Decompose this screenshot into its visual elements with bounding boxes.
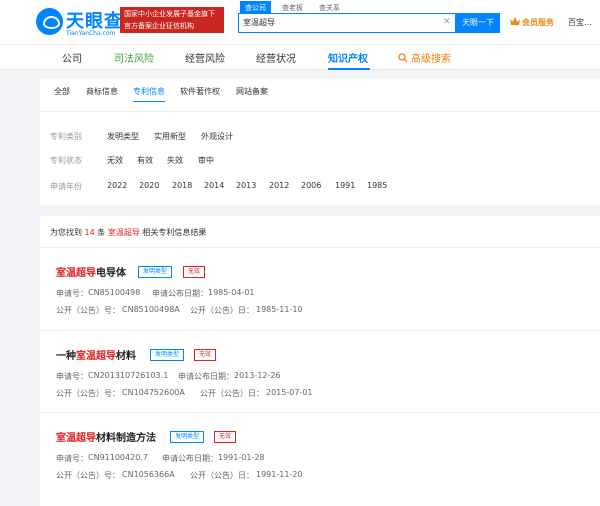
eye-logo-icon[interactable] [36,8,63,35]
clear-icon[interactable]: ✕ [443,17,451,27]
patent-status-badge: 无效 [194,349,217,361]
title-post: 材料制造方法 [96,433,156,444]
results-summary: 为您找到 14 条 室温超导 相关专利信息结果 [40,216,600,248]
divider [40,111,600,112]
subtab-trademark[interactable]: 商标信息 [86,86,118,97]
app-no: CN85100498 [88,288,141,297]
nav-judicial-risk[interactable]: 司法风险 [114,50,154,65]
subtab-patent[interactable]: 专利信息 [133,86,165,97]
app-no: CN201310726103.1 [88,371,169,380]
crown-icon [510,17,520,25]
search-input[interactable]: 室温超导 [238,13,456,33]
filter-option[interactable]: 2006 [301,181,321,190]
subtab-software-copyright[interactable]: 软件著作权 [180,86,220,97]
nav-advanced-search[interactable]: 高级搜索 [411,50,451,65]
nav-ip[interactable]: 知识产权 [328,50,368,65]
brand-banner[interactable]: 国家中小企业发展子基金旗下 官方备案企业征信机构 [120,7,224,33]
summary-suffix: 相关专利信息结果 [142,228,207,237]
user-name[interactable]: 百宝... [568,17,592,28]
vip-service-link[interactable]: 会员服务 [522,17,554,28]
filter-option[interactable]: 外观设计 [201,131,233,142]
pub-date: 1991-01-28 [218,453,265,462]
pub-no-label: 公开（公告）号： [56,389,120,398]
title-post: 电导体 [96,268,126,279]
nav-operating-status[interactable]: 经营状况 [256,50,296,65]
divider [40,330,600,331]
pub-no-label: 公开（公告）号： [56,306,120,315]
filter-label-status: 专利状态 [50,156,82,165]
results-panel: 为您找到 14 条 室温超导 相关专利信息结果 室温超导电导体 发明类型 无效 … [40,216,600,506]
pub-no: CN104752600A [122,388,185,397]
subtab-all[interactable]: 全部 [54,86,70,97]
title-post: 材料 [116,351,136,362]
search-button[interactable]: 天眼一下 [456,13,500,33]
patent-title-link[interactable]: 室温超导电导体 [56,264,126,279]
patent-type-badge: 发明类型 [150,349,185,361]
pub-date-label: 申请公布日期： [152,289,208,298]
filter-option[interactable]: 2018 [172,181,192,190]
summary-count: 14 [84,228,95,237]
filter-option[interactable]: 失效 [167,155,183,166]
filter-option[interactable]: 有效 [137,155,153,166]
filter-option[interactable]: 1985 [367,181,387,190]
app-no-label: 申请号： [56,372,88,381]
filter-option[interactable]: 无效 [107,155,123,166]
summary-mid: 条 [97,228,106,237]
title-highlight: 室温超导 [56,433,96,444]
patent-type-badge: 发明类型 [138,266,173,278]
nav-company[interactable]: 公司 [62,50,82,65]
subtab-active-indicator [133,101,165,102]
app-no-label: 申请号： [56,289,88,298]
title-highlight: 室温超导 [56,268,96,279]
title-pre: 一种 [56,351,76,362]
filter-label-category: 专利类别 [50,132,82,141]
pub-day: 2015-07-01 [266,388,313,397]
patent-status-badge: 无效 [183,266,206,278]
patent-title-link[interactable]: 一种室温超导材料 [56,347,136,362]
filter-option[interactable]: 审中 [198,155,214,166]
summary-keyword: 室温超导 [107,228,140,237]
main-nav: 公司 司法风险 经营风险 经营状况 知识产权 高级搜索 [0,44,600,70]
filter-option[interactable]: 2014 [204,181,224,190]
pub-date-label: 申请公布日期： [162,454,218,463]
pub-no-label: 公开（公告）号： [56,471,120,480]
title-highlight: 室温超导 [76,351,116,362]
pub-day-label: 公开（公告）日： [200,389,264,398]
pub-day-label: 公开（公告）日： [190,471,254,480]
pub-day: 1985-11-10 [256,305,303,314]
filter-label-year: 申请年份 [50,182,82,191]
filter-option[interactable]: 2013 [236,181,256,190]
filter-option[interactable]: 2012 [269,181,289,190]
patent-status-badge: 无效 [214,431,237,443]
subtab-website[interactable]: 网站备案 [236,86,268,97]
pub-no: CN1056366A [122,470,175,479]
app-no-label: 申请号： [56,454,88,463]
pub-date-label: 申请公布日期： [178,372,234,381]
nav-operating-risk[interactable]: 经营风险 [185,50,225,65]
summary-prefix: 为您找到 [50,228,82,237]
filter-option[interactable]: 2020 [139,181,159,190]
pub-date: 2013-12-26 [234,371,281,380]
filter-option[interactable]: 1991 [335,181,355,190]
filter-panel: 全部 商标信息 专利信息 软件著作权 网站备案 专利类别 发明类型 实用新型 外… [40,79,600,205]
brand-sub: TianYanCha.com [66,30,116,37]
pub-no: CN85100498A [122,305,180,314]
patent-type-badge: 发明类型 [170,431,205,443]
pub-day-label: 公开（公告）日： [190,306,254,315]
magnifier-icon [398,53,408,63]
filter-option[interactable]: 实用新型 [154,131,186,142]
filter-option[interactable]: 发明类型 [107,131,139,142]
pub-day: 1991-11-20 [256,470,303,479]
nav-active-indicator [328,68,370,70]
app-no: CN91100420.7 [88,453,148,462]
divider [40,412,600,413]
filter-option[interactable]: 2022 [107,181,127,190]
top-bar: 天眼查 TianYanCha.com 国家中小企业发展子基金旗下 官方备案企业征… [0,0,600,44]
patent-title-link[interactable]: 室温超导材料制造方法 [56,429,156,444]
pub-date: 1985-04-01 [208,288,255,297]
